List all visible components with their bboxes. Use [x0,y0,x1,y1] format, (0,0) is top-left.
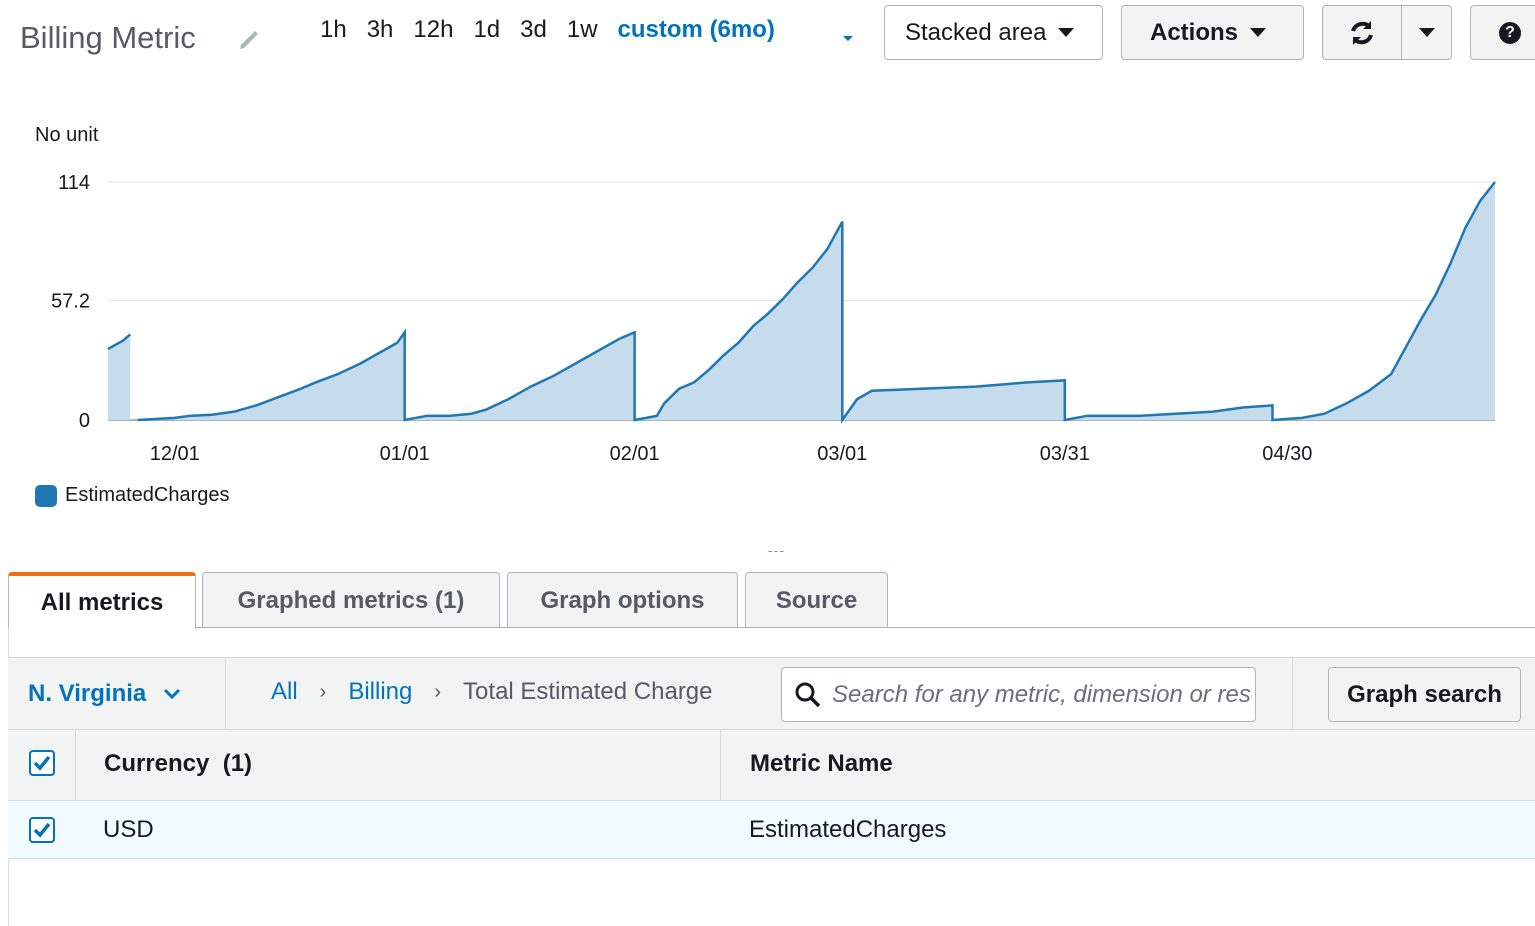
refresh-icon [1351,20,1373,45]
help-button[interactable]: ? [1470,5,1535,60]
range-1w[interactable]: 1w [567,16,598,44]
actions-button[interactable]: Actions [1121,5,1304,60]
breadcrumb-billing[interactable]: Billing [348,678,412,706]
page-title: Billing Metric [20,20,196,55]
y-axis-label: No unit [35,124,99,146]
tab-graph-options[interactable]: Graph options [507,572,738,628]
breadcrumb-current: Total Estimated Charge [463,678,713,705]
cell-metric-name: EstimatedCharges [749,816,947,843]
range-3h[interactable]: 3h [367,16,394,44]
checkmark-icon [33,822,51,838]
select-all-checkbox[interactable] [29,750,55,776]
column-divider [75,730,76,801]
metric-search-box[interactable] [781,667,1256,722]
range-custom[interactable]: custom (6mo) [618,16,775,44]
chevron-down-icon [1058,28,1075,37]
billing-chart: No unit 0 57.2 114 12/01 01/01 02/01 03/01 03/… [35,124,1496,465]
x-tick-label: 12/01 [150,443,200,465]
column-divider [720,730,721,801]
refresh-button[interactable] [1322,5,1402,60]
range-1d[interactable]: 1d [473,16,500,44]
column-header-metric-name[interactable]: Metric Name [750,750,893,778]
x-tick-label: 04/30 [1262,443,1312,465]
chart-legend[interactable]: EstimatedCharges [35,484,230,507]
metric-search-input[interactable] [832,680,1252,709]
tab-all-metrics[interactable]: All metrics [8,572,196,629]
chevron-down-icon [1418,28,1435,37]
range-3d[interactable]: 3d [520,16,547,44]
chart-type-label: Stacked area [905,18,1047,46]
checkmark-icon [33,755,51,771]
actions-label: Actions [1150,18,1239,46]
refresh-options-dropdown[interactable] [1401,5,1452,60]
range-12h[interactable]: 12h [413,16,453,44]
breadcrumb: All › Billing › Total Estimated Charge [271,678,713,706]
x-tick-label: 03/01 [817,443,867,465]
metric-browser-toolbar [8,657,1535,730]
graph-search-button[interactable]: Graph search [1328,667,1521,722]
toolbar-divider [225,657,226,730]
row-checkbox[interactable] [29,817,55,843]
range-1h[interactable]: 1h [320,16,347,44]
cell-currency: USD [103,816,154,843]
chevron-right-icon: › [434,680,442,703]
resize-handle[interactable]: --- [768,542,785,558]
column-header-currency[interactable]: Currency (1) [104,750,252,778]
search-icon [795,682,821,707]
range-custom-caret-icon[interactable] [842,30,854,48]
y-tick-label: 57.2 [51,291,90,313]
tab-source[interactable]: Source [745,572,888,628]
edit-title-icon[interactable] [237,28,261,57]
legend-swatch [35,484,57,507]
region-selector[interactable]: N. Virginia [28,680,182,708]
toolbar-divider [1292,657,1293,730]
chart-type-dropdown[interactable]: Stacked area [884,5,1103,60]
chevron-down-icon [164,688,181,700]
breadcrumb-all[interactable]: All [271,678,298,706]
tab-graphed-metrics[interactable]: Graphed metrics (1) [202,572,500,628]
help-icon: ? [1499,21,1521,44]
chevron-down-icon [1250,28,1267,37]
region-label: N. Virginia [28,680,147,707]
x-tick-label: 02/01 [610,443,660,465]
chevron-right-icon: › [319,680,327,703]
time-range-selector: 1h 3h 12h 1d 3d 1w custom (6mo) [320,16,795,44]
y-tick-label: 0 [79,410,90,432]
y-tick-label: 114 [58,172,90,194]
legend-label: EstimatedCharges [65,484,230,506]
x-tick-label: 01/01 [380,443,430,465]
x-tick-label: 03/31 [1040,443,1090,465]
